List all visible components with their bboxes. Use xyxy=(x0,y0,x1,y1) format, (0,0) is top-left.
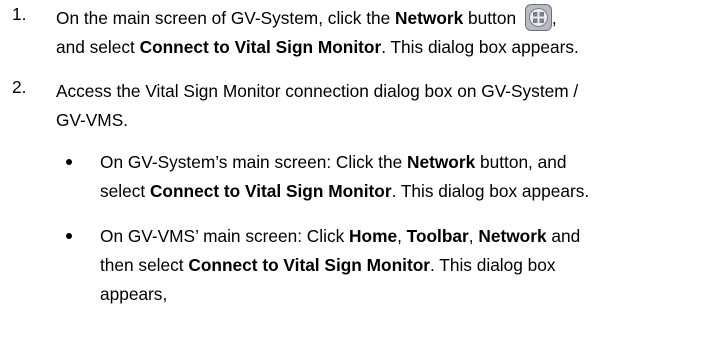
connect-term: Connect to Vital Sign Monitor xyxy=(188,255,430,275)
bullet-2-line-1: On GV-VMS’ main screen: Click Home, Tool… xyxy=(100,226,581,246)
step-1-line-2: and select Connect to Vital Sign Monitor… xyxy=(56,37,579,57)
network-term: Network xyxy=(407,152,476,172)
bullet-dot xyxy=(66,233,72,239)
step-2-line-1: Access the Vital Sign Monitor connection… xyxy=(56,81,579,101)
bullet-1-line-1: On GV-System’s main screen: Click the Ne… xyxy=(100,152,567,172)
network-button-icon xyxy=(524,4,552,31)
connect-term: Connect to Vital Sign Monitor xyxy=(149,181,392,201)
home-term: Home xyxy=(349,226,398,246)
step-2-line-2: GV-VMS. xyxy=(56,110,129,130)
bullet-2-line-2: then select Connect to Vital Sign Monito… xyxy=(100,255,556,275)
bullet-2-line-3: appears, xyxy=(100,284,168,304)
network-term: Network xyxy=(395,8,464,28)
connect-term: Connect to Vital Sign Monitor xyxy=(139,37,382,57)
step-1-line-1: On the main screen of GV-System, click t… xyxy=(56,4,702,33)
step-number: 2. xyxy=(12,77,27,97)
bullet-dot xyxy=(66,159,72,165)
step-number: 1. xyxy=(12,4,27,24)
toolbar-term: Toolbar xyxy=(406,226,469,246)
network-term: Network xyxy=(478,226,547,246)
bullet-1-line-2: select Connect to Vital Sign Monitor. Th… xyxy=(100,181,590,201)
